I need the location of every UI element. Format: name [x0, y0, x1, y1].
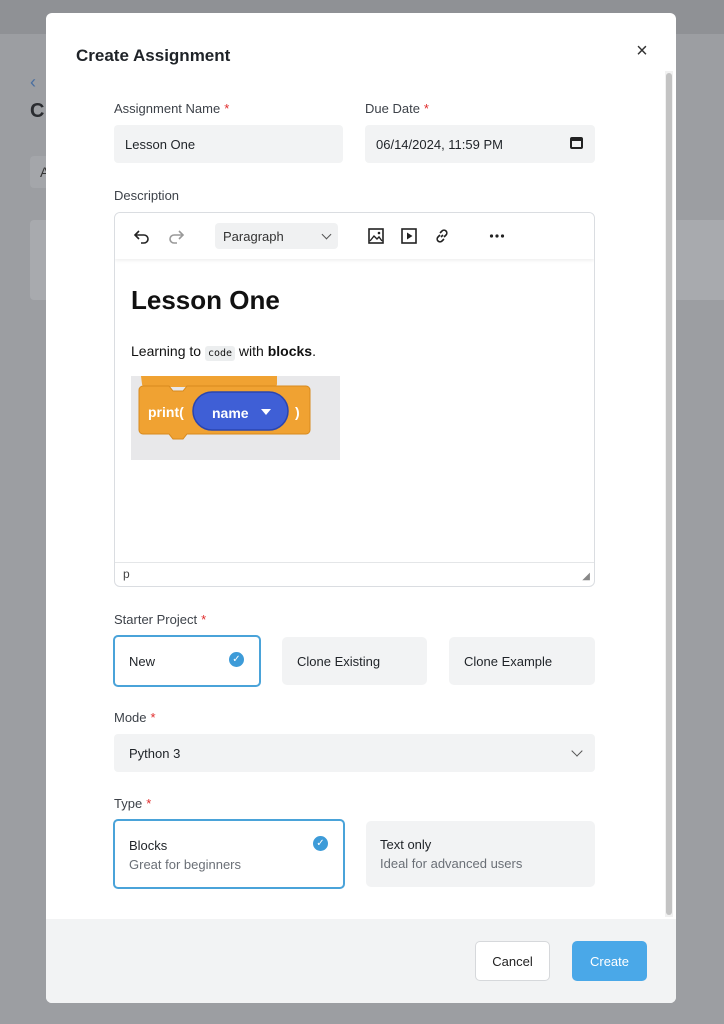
page-card-right — [676, 220, 724, 300]
resize-handle-icon[interactable]: ◢ — [582, 571, 590, 582]
redo-icon[interactable] — [165, 225, 187, 247]
type-option-text-only[interactable]: Text only Ideal for advanced users — [366, 821, 595, 887]
check-icon: ✓ — [313, 836, 328, 851]
required-mark: * — [201, 612, 207, 627]
block-format-select[interactable]: Paragraph — [215, 223, 338, 249]
check-icon: ✓ — [229, 652, 244, 667]
starter-option-new[interactable]: New ✓ — [113, 635, 261, 687]
starter-project-label: Starter Project * — [114, 612, 207, 627]
required-mark: * — [150, 710, 156, 725]
more-icon[interactable] — [486, 225, 508, 247]
block-close: ) — [295, 404, 300, 420]
create-button[interactable]: Create — [572, 941, 647, 981]
create-assignment-modal: Create Assignment × Assignment Name * Les… — [46, 13, 676, 1003]
mode-select[interactable]: Python 3 — [114, 734, 595, 772]
due-date-input[interactable]: 06/14/2024, 11:59 PM — [365, 125, 595, 163]
starter-option-clone-existing[interactable]: Clone Existing — [282, 637, 427, 685]
page-title: C — [30, 100, 45, 122]
required-mark: * — [224, 101, 230, 116]
link-icon[interactable] — [431, 225, 453, 247]
media-icon[interactable] — [398, 225, 420, 247]
required-mark: * — [146, 796, 152, 811]
editor-statusbar: p ◢ — [115, 562, 594, 586]
block-variable: name — [212, 405, 249, 421]
content-paragraph: Learning to code with blocks. — [131, 343, 316, 361]
modal-title: Create Assignment — [76, 46, 231, 65]
code-block-image: print( name ) — [131, 376, 340, 460]
editor-toolbar: Paragraph — [115, 213, 594, 259]
inline-code: code — [204, 346, 236, 361]
close-icon[interactable]: × — [631, 41, 653, 63]
due-date-label: Due Date * — [365, 101, 429, 116]
required-mark: * — [423, 101, 429, 116]
mode-label: Mode * — [114, 710, 156, 725]
content-heading: Lesson One — [131, 285, 280, 315]
assignment-name-label: Assignment Name * — [114, 101, 230, 116]
calendar-icon[interactable] — [570, 137, 583, 149]
starter-option-clone-example[interactable]: Clone Example — [449, 637, 595, 685]
rich-text-editor[interactable]: Paragraph Lesson One Learning to code wi… — [114, 212, 595, 587]
scrollbar-thumb[interactable] — [666, 73, 672, 915]
image-icon[interactable] — [365, 225, 387, 247]
element-path[interactable]: p — [123, 567, 130, 581]
block-dropdown-icon — [261, 409, 271, 415]
type-label: Type * — [114, 796, 152, 811]
description-label: Description — [114, 188, 180, 203]
cancel-button[interactable]: Cancel — [475, 941, 550, 981]
assignment-name-input[interactable]: Lesson One — [114, 125, 343, 163]
block-keyword: print( — [148, 404, 184, 420]
bold-text: blocks — [267, 343, 313, 359]
back-icon: ‹ — [30, 72, 36, 92]
undo-icon[interactable] — [131, 225, 153, 247]
type-option-blocks[interactable]: Blocks Great for beginners ✓ — [113, 819, 345, 889]
chevron-down-icon — [571, 745, 583, 757]
chevron-down-icon — [321, 229, 332, 239]
